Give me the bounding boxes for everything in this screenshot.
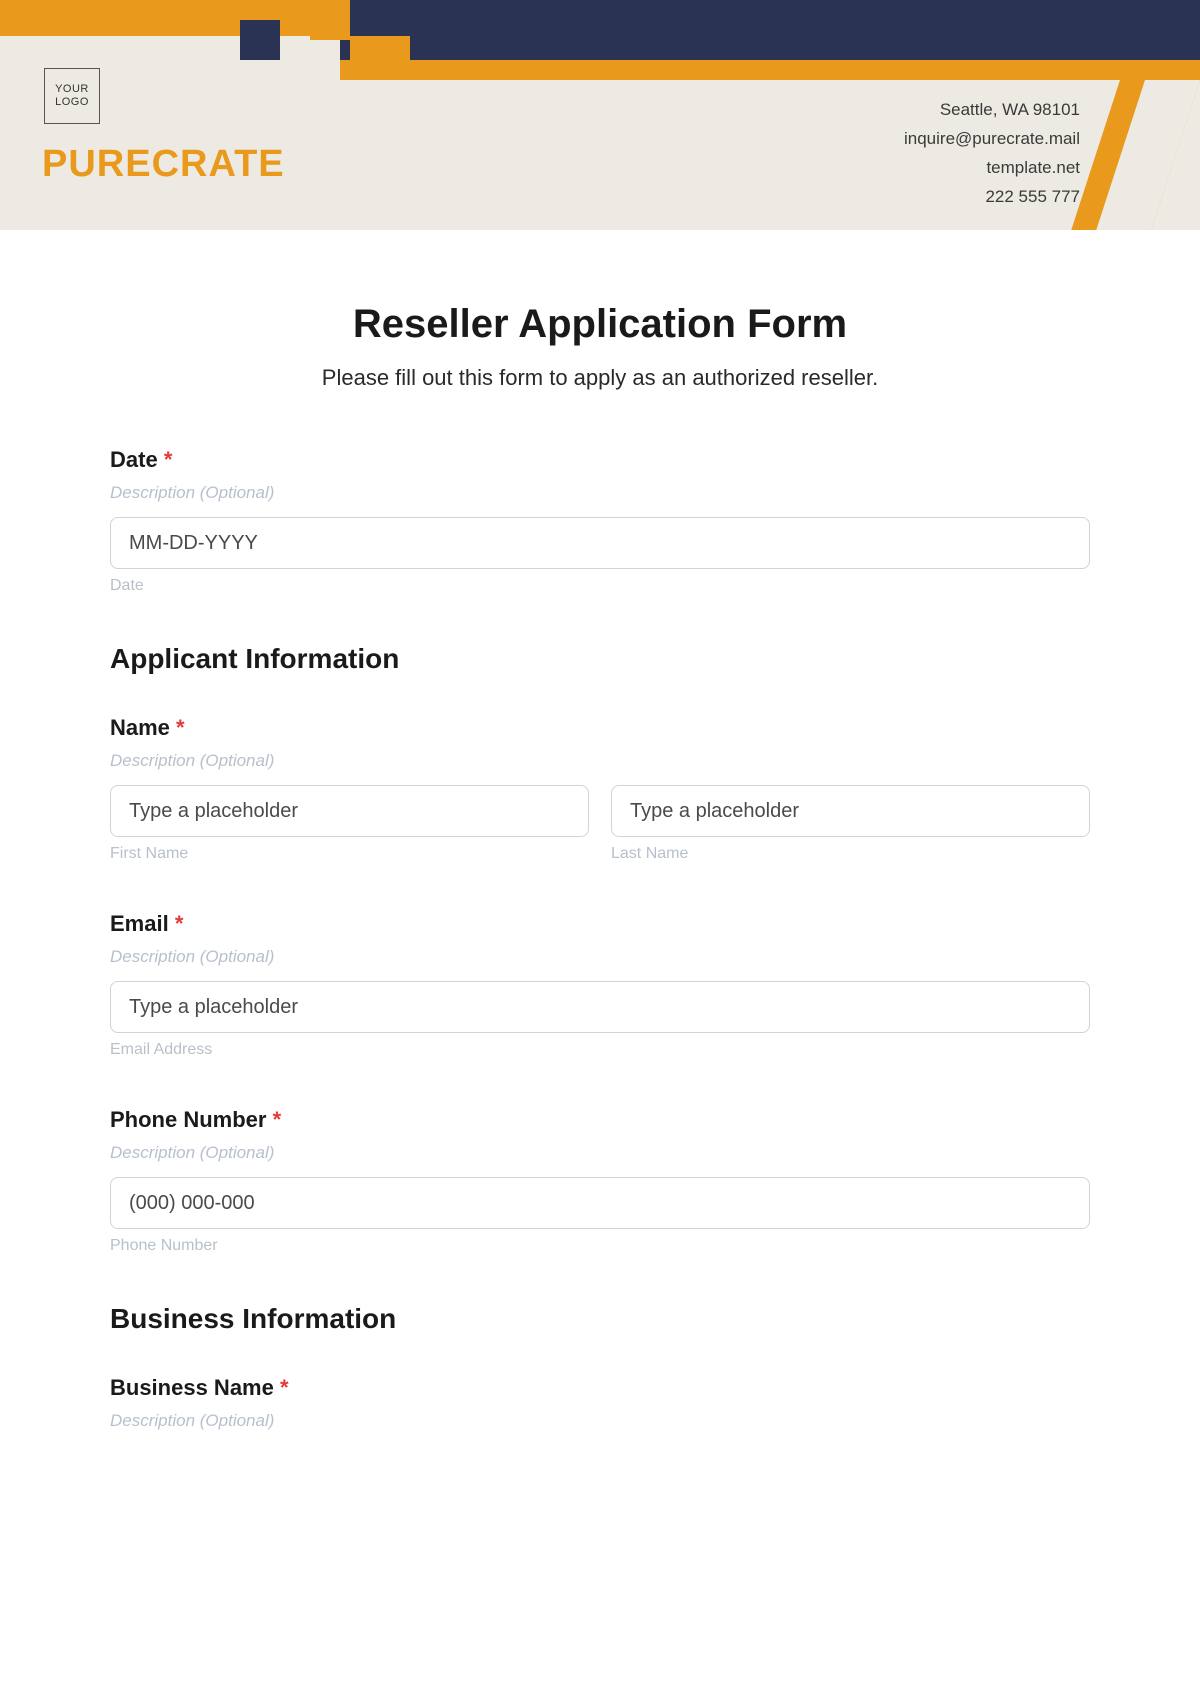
section-business-info: Business Information xyxy=(110,1303,1090,1335)
logo-placeholder: YOUR LOGO xyxy=(44,68,100,124)
contact-address: Seattle, WA 98101 xyxy=(904,96,1080,125)
decor-shape xyxy=(340,0,1200,60)
header-banner: YOUR LOGO PURECRATE Seattle, WA 98101 in… xyxy=(0,0,1200,230)
required-mark: * xyxy=(273,1107,282,1132)
section-applicant-info: Applicant Information xyxy=(110,643,1090,675)
last-name-input[interactable] xyxy=(611,785,1090,837)
required-mark: * xyxy=(164,447,173,472)
date-description: Description (Optional) xyxy=(110,483,1090,503)
first-name-sublabel: First Name xyxy=(110,845,589,863)
email-sublabel: Email Address xyxy=(110,1041,1090,1059)
date-sublabel: Date xyxy=(110,577,1090,595)
business-name-label: Business Name * xyxy=(110,1375,1090,1401)
form-container: Reseller Application Form Please fill ou… xyxy=(0,230,1200,1485)
phone-sublabel: Phone Number xyxy=(110,1237,1090,1255)
phone-description: Description (Optional) xyxy=(110,1143,1090,1163)
decor-shape xyxy=(240,20,280,60)
field-date: Date * Description (Optional) Date xyxy=(110,447,1090,595)
date-input[interactable] xyxy=(110,517,1090,569)
name-label: Name * xyxy=(110,715,1090,741)
phone-input[interactable] xyxy=(110,1177,1090,1229)
required-mark: * xyxy=(280,1375,289,1400)
email-description: Description (Optional) xyxy=(110,947,1090,967)
brand-name: PURECRATE xyxy=(42,143,285,186)
contact-email: inquire@purecrate.mail xyxy=(904,125,1080,154)
contact-phone: 222 555 777 xyxy=(904,183,1080,212)
form-title: Reseller Application Form xyxy=(110,302,1090,347)
required-mark: * xyxy=(176,715,185,740)
contact-block: Seattle, WA 98101 inquire@purecrate.mail… xyxy=(904,96,1080,212)
first-name-input[interactable] xyxy=(110,785,589,837)
decor-shape xyxy=(350,36,410,60)
last-name-sublabel: Last Name xyxy=(611,845,1090,863)
email-input[interactable] xyxy=(110,981,1090,1033)
decor-shape xyxy=(340,60,1200,80)
phone-label: Phone Number * xyxy=(110,1107,1090,1133)
form-subtitle: Please fill out this form to apply as an… xyxy=(110,365,1090,391)
email-label: Email * xyxy=(110,911,1090,937)
business-name-description: Description (Optional) xyxy=(110,1411,1090,1431)
required-mark: * xyxy=(175,911,184,936)
logo-text: YOUR LOGO xyxy=(55,83,89,109)
field-email: Email * Description (Optional) Email Add… xyxy=(110,911,1090,1059)
contact-site: template.net xyxy=(904,154,1080,183)
name-description: Description (Optional) xyxy=(110,751,1090,771)
field-name: Name * Description (Optional) First Name… xyxy=(110,715,1090,863)
field-phone: Phone Number * Description (Optional) Ph… xyxy=(110,1107,1090,1255)
field-business-name: Business Name * Description (Optional) xyxy=(110,1375,1090,1431)
date-label: Date * xyxy=(110,447,1090,473)
decor-shape xyxy=(310,0,350,40)
